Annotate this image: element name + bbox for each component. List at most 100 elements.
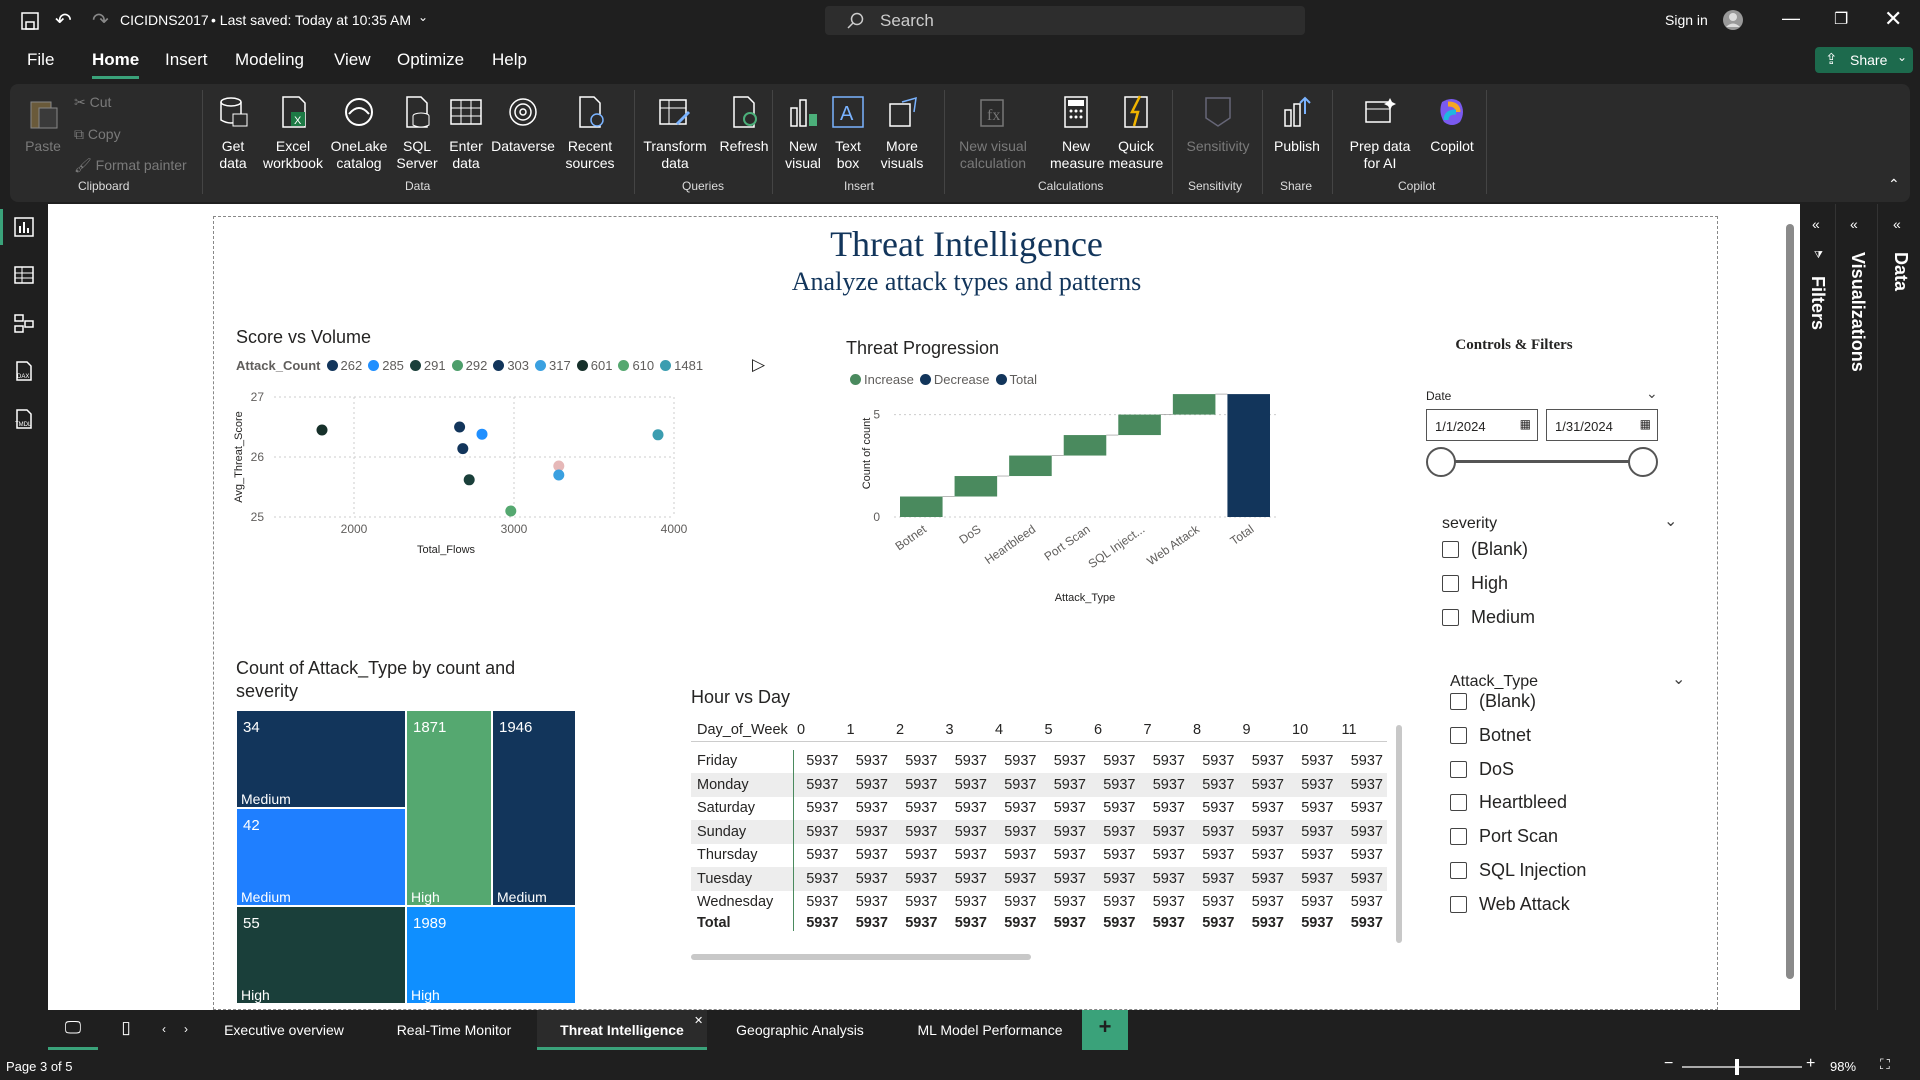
cut-button[interactable]: ✂ Cut xyxy=(74,94,111,111)
chevron-down-icon[interactable]: ⌄ xyxy=(1672,669,1685,689)
table-row[interactable]: Friday 5937 5937 5937 5937 5937 5937 5937 5937 59… xyxy=(691,749,1387,773)
chevron-down-icon[interactable]: ⌄ xyxy=(1646,385,1658,402)
desktop-layout-icon[interactable]: 🖵 xyxy=(48,1010,98,1050)
next-page-icon[interactable]: › xyxy=(176,1010,196,1050)
sql-server-button[interactable]: SQL Server xyxy=(394,94,440,172)
copy-button[interactable]: ⧉ Copy xyxy=(74,126,121,143)
undo-icon[interactable]: ↶ xyxy=(55,8,72,33)
checkbox[interactable] xyxy=(1442,609,1459,626)
chevron-down-icon[interactable]: ⌄ xyxy=(418,10,428,24)
checkbox[interactable] xyxy=(1450,862,1467,879)
severity-option[interactable]: High xyxy=(1442,573,1508,594)
minimize-icon[interactable]: — xyxy=(1782,8,1800,29)
publish-button[interactable]: Publish xyxy=(1270,94,1324,155)
menu-optimize[interactable]: Optimize xyxy=(397,50,464,70)
quick-measure-button[interactable]: Quick measure xyxy=(1108,94,1164,172)
restore-icon[interactable]: ❐ xyxy=(1834,9,1848,29)
paste-button[interactable]: Paste xyxy=(22,96,64,155)
fit-to-page-icon[interactable]: ⛶ xyxy=(1880,1056,1890,1073)
redo-icon[interactable]: ↷ xyxy=(92,8,109,33)
expand-visualizations-icon[interactable]: « xyxy=(1850,216,1858,232)
tab-real-time-monitor[interactable]: Real-Time Monitor xyxy=(372,1010,536,1050)
avatar-icon[interactable] xyxy=(1722,9,1744,31)
attack-type-option[interactable]: DoS xyxy=(1450,759,1514,780)
menu-modeling[interactable]: Modeling xyxy=(235,50,304,70)
recent-sources-button[interactable]: Recent sources xyxy=(560,94,620,172)
treemap-tile[interactable]: 1871 High xyxy=(406,710,492,906)
new-measure-button[interactable]: New measure xyxy=(1050,94,1104,172)
zoom-out-icon[interactable]: − xyxy=(1664,1055,1673,1073)
date-range-end-handle[interactable] xyxy=(1628,447,1658,477)
severity-slicer[interactable]: severity ⌄ (Blank) High Medium xyxy=(1442,513,1682,635)
checkbox[interactable] xyxy=(1450,794,1467,812)
table-row[interactable]: Monday 5937 5937 5937 5937 5937 5937 5937 5937 59… xyxy=(691,773,1387,797)
treemap-visual[interactable]: Count of Attack_Type by count and severi… xyxy=(234,657,594,1007)
collapse-ribbon-icon[interactable]: ⌃ xyxy=(1888,176,1900,193)
dataverse-button[interactable]: Dataverse xyxy=(490,94,556,155)
attack-type-option[interactable]: Web Attack xyxy=(1450,894,1570,915)
new-visual-calculation-button[interactable]: fx New visual calculation xyxy=(954,94,1032,172)
get-data-button[interactable]: Get data xyxy=(210,94,256,172)
treemap-tile[interactable]: 55 High xyxy=(236,906,406,1004)
menu-help[interactable]: Help xyxy=(492,50,527,70)
checkbox[interactable] xyxy=(1450,895,1467,913)
table-row[interactable]: Thursday 5937 5937 5937 5937 5937 5937 5937 5937… xyxy=(691,843,1387,867)
checkbox[interactable] xyxy=(1442,541,1459,558)
expand-filters-icon[interactable]: « xyxy=(1812,216,1820,232)
checkbox[interactable] xyxy=(1450,760,1467,778)
matrix-vertical-scrollbar[interactable] xyxy=(1396,725,1402,943)
severity-option[interactable]: Medium xyxy=(1442,607,1535,628)
treemap-tile[interactable]: 1989 High xyxy=(406,906,576,1004)
new-visual-button[interactable]: New visual xyxy=(782,94,824,172)
attack-type-slicer[interactable]: Attack_Type ⌄ (Blank) Botnet DoS Heartbleed… xyxy=(1450,671,1690,933)
close-tab-icon[interactable]: ✕ xyxy=(694,1014,703,1027)
copilot-button[interactable]: Copilot xyxy=(1426,94,1478,155)
menu-insert[interactable]: Insert xyxy=(165,50,208,70)
date-slicer[interactable]: Date ⌄ 1/1/2024 ▦ 1/31/2024 ▦ xyxy=(1426,385,1676,489)
scatter-visual[interactable]: Score vs Volume Attack_Count 262 285 291 292… xyxy=(234,327,794,597)
severity-option[interactable]: (Blank) xyxy=(1442,539,1528,560)
table-row[interactable]: Saturday 5937 5937 5937 5937 5937 5937 5937 5937… xyxy=(691,796,1387,820)
save-icon[interactable] xyxy=(20,11,40,31)
zoom-in-icon[interactable]: + xyxy=(1806,1055,1815,1073)
table-row[interactable]: Tuesday 5937 5937 5937 5937 5937 5937 5937 5937 5… xyxy=(691,867,1387,891)
tab-geographic-analysis[interactable]: Geographic Analysis xyxy=(712,1010,888,1050)
dax-query-view-icon[interactable]: DAX xyxy=(13,360,35,382)
refresh-button[interactable]: Refresh xyxy=(716,94,772,155)
waterfall-visual[interactable]: Threat Progression Increase Decrease Total… xyxy=(844,332,1314,632)
text-box-button[interactable]: A Text box xyxy=(828,94,868,172)
zoom-slider-track[interactable] xyxy=(1682,1066,1802,1068)
menu-file[interactable]: File xyxy=(27,50,54,70)
treemap-tile[interactable]: 34 Medium xyxy=(236,710,406,808)
matrix-horizontal-scrollbar[interactable] xyxy=(691,954,1031,960)
data-pane[interactable]: « Data xyxy=(1880,204,1920,1010)
attack-type-option[interactable]: (Blank) xyxy=(1450,691,1536,712)
menu-home[interactable]: Home xyxy=(92,50,140,79)
tab-ml-model-performance[interactable]: ML Model Performance xyxy=(892,1010,1088,1050)
format-painter-button[interactable]: 🖌 Format painter xyxy=(74,157,187,174)
attack-type-option[interactable]: Port Scan xyxy=(1450,826,1558,847)
canvas-vertical-scrollbar[interactable] xyxy=(1786,224,1794,979)
attack-type-option[interactable]: Botnet xyxy=(1450,725,1531,746)
model-view-icon[interactable] xyxy=(13,312,35,334)
close-icon[interactable]: ✕ xyxy=(1884,6,1902,32)
table-view-icon[interactable] xyxy=(13,264,35,286)
previous-page-icon[interactable]: ‹ xyxy=(154,1010,174,1050)
report-view-icon[interactable] xyxy=(13,216,35,238)
expand-data-icon[interactable]: « xyxy=(1893,216,1901,232)
tmdl-view-icon[interactable]: TMDL xyxy=(13,408,35,430)
add-page-button[interactable]: + xyxy=(1082,1010,1128,1050)
enter-data-button[interactable]: Enter data xyxy=(446,94,486,172)
filters-pane[interactable]: « ⧩ Filters xyxy=(1800,204,1836,1010)
excel-workbook-button[interactable]: X Excel workbook xyxy=(260,94,326,172)
tab-threat-intelligence[interactable]: Threat Intelligence xyxy=(537,1010,707,1050)
table-row[interactable]: Sunday 5937 5937 5937 5937 5937 5937 5937 5937 59… xyxy=(691,820,1387,844)
visualizations-pane[interactable]: « Visualizations xyxy=(1838,204,1878,1010)
date-range-start-handle[interactable] xyxy=(1426,447,1456,477)
menu-view[interactable]: View xyxy=(334,50,371,70)
attack-type-option[interactable]: SQL Injection xyxy=(1450,860,1586,881)
checkbox[interactable] xyxy=(1450,726,1467,744)
checkbox[interactable] xyxy=(1442,575,1459,592)
tab-executive-overview[interactable]: Executive overview xyxy=(202,1010,366,1050)
attack-type-option[interactable]: Heartbleed xyxy=(1450,792,1567,813)
